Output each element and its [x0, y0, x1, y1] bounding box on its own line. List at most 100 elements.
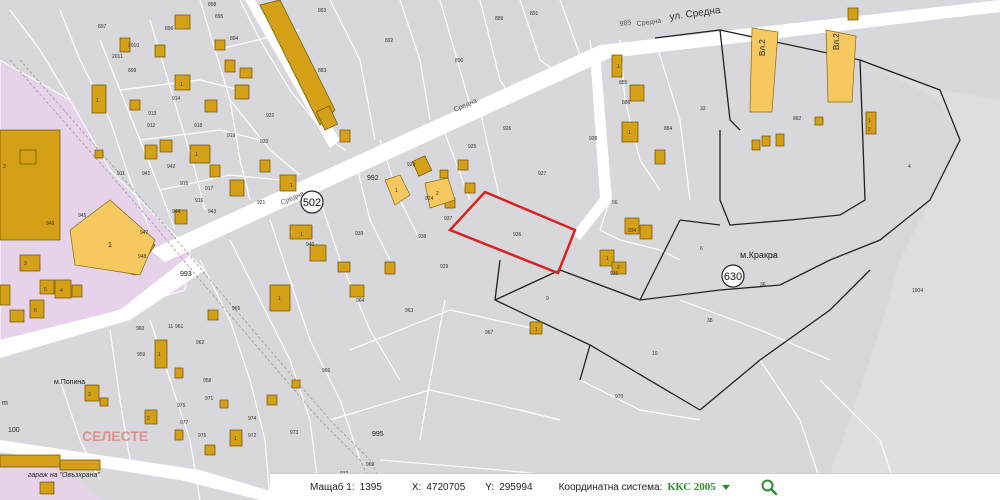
building-number: 1 — [606, 256, 609, 262]
parcel-label: 918 — [194, 123, 203, 129]
building — [129, 99, 141, 111]
building-number: 1 — [234, 436, 237, 442]
building — [207, 309, 219, 321]
building — [654, 149, 666, 165]
y-label: Y: — [485, 481, 495, 493]
parcel-label: 941 — [142, 171, 151, 177]
parcel-label: 973 — [290, 430, 299, 436]
parcel-label: 964 — [356, 298, 365, 304]
building-number: 1 — [868, 118, 871, 124]
status-bar: Мащаб 1: 1395 X: 4720705 Y: 295994 Коорд… — [270, 473, 1000, 500]
building — [224, 59, 236, 73]
building — [99, 397, 109, 407]
road-number-992: 992 — [367, 175, 379, 182]
parcel-label: 911 — [117, 171, 125, 177]
parcel-label: 934 — [628, 228, 637, 234]
building — [439, 169, 449, 179]
parcel-label: 938 — [418, 234, 427, 240]
parcel-label: 925 — [468, 144, 477, 150]
parcel-label: 943 — [208, 209, 217, 215]
parcel-label: 937 — [444, 216, 453, 222]
parcel-label: 944 — [172, 209, 181, 215]
crs-selector[interactable]: Координатна система: ККС 2005 — [559, 481, 744, 493]
parcel-label: 959 — [137, 352, 146, 358]
building — [847, 7, 859, 21]
parcel-label: 935 — [610, 271, 619, 277]
parcel-label: 967 — [485, 330, 494, 336]
parcel-label: 883 — [318, 68, 327, 74]
building — [239, 67, 253, 79]
building — [464, 182, 476, 194]
building — [0, 454, 61, 468]
parcel-label: 921 — [257, 200, 266, 206]
search-button[interactable] — [756, 476, 782, 498]
parcel-label: 4 — [908, 164, 911, 170]
building — [219, 399, 229, 409]
building-number: 2 — [617, 265, 620, 271]
parcel-label: 885 — [619, 80, 628, 86]
building — [189, 144, 211, 164]
building — [457, 159, 469, 171]
chevron-down-icon[interactable] — [721, 484, 730, 490]
parcel-label: 916 — [195, 198, 204, 204]
cadastral-map[interactable]: 502 630 ул. Средна 985 Средна Средна Сре… — [0, 0, 1000, 500]
parcel-label: 890 — [455, 58, 464, 64]
building-number: 1 — [395, 188, 398, 194]
search-icon — [761, 479, 777, 496]
building — [59, 459, 101, 471]
building — [204, 444, 216, 456]
parcel-label: 924 — [425, 196, 434, 202]
parcel-label: 11 — [168, 324, 173, 330]
parcel-label: 895 — [215, 14, 224, 20]
parcel-label: 947 — [140, 230, 149, 236]
watermark: СЕЛЕСТЕ — [82, 428, 148, 444]
building — [629, 84, 645, 102]
building — [19, 149, 37, 165]
building — [337, 261, 351, 273]
building — [159, 139, 173, 153]
building — [209, 164, 221, 178]
parcel-label: 898 — [208, 2, 217, 8]
building — [54, 279, 72, 299]
circle-502-label: 502 — [303, 197, 321, 209]
building-vl2-b — [825, 29, 857, 103]
parcel-label: 897 — [98, 24, 107, 30]
parcel-label: 929 — [440, 264, 449, 270]
building — [29, 299, 45, 319]
building — [384, 261, 396, 275]
parcel-label: 971 — [205, 396, 214, 402]
building-number: 3 — [3, 164, 6, 170]
parcel-label: 977 — [180, 420, 189, 426]
parcel-label: 960 — [136, 326, 145, 332]
building — [814, 116, 824, 126]
building — [154, 44, 166, 58]
parcel-label: 896 — [165, 26, 174, 32]
crs-value[interactable]: ККС 2005 — [667, 481, 715, 493]
building — [751, 139, 761, 151]
building-number: 3 — [88, 392, 91, 398]
parcel-label: 958 — [203, 378, 212, 384]
x-label: X: — [411, 481, 422, 493]
place-label-popina: м.Попина — [54, 379, 85, 386]
parcel-label: 946 — [46, 221, 55, 227]
map-canvas[interactable]: 502 630 ул. Средна 985 Средна Средна Сре… — [0, 0, 1000, 500]
parcel-label: 961 — [175, 324, 184, 330]
parcel-label: 927 — [538, 171, 547, 177]
building-number: 1 — [290, 183, 293, 189]
x-value: 4720705 — [426, 481, 466, 493]
building — [775, 133, 785, 147]
building-number: 1 — [195, 152, 198, 158]
building — [94, 149, 104, 159]
parcel-label: 923 — [407, 162, 416, 168]
building — [279, 174, 297, 192]
parcel-label: 913 — [148, 111, 157, 117]
building-number: 1 — [158, 352, 161, 358]
parcel-label: 975 — [177, 403, 186, 409]
parcel-label: 37 — [770, 254, 776, 260]
parcel-label: 56 — [612, 200, 618, 206]
building — [259, 159, 271, 173]
building — [639, 224, 653, 240]
parcel-label: 893 — [318, 8, 327, 14]
parcel-label: 926 — [503, 126, 512, 132]
parcel-label: 917 — [205, 186, 214, 192]
